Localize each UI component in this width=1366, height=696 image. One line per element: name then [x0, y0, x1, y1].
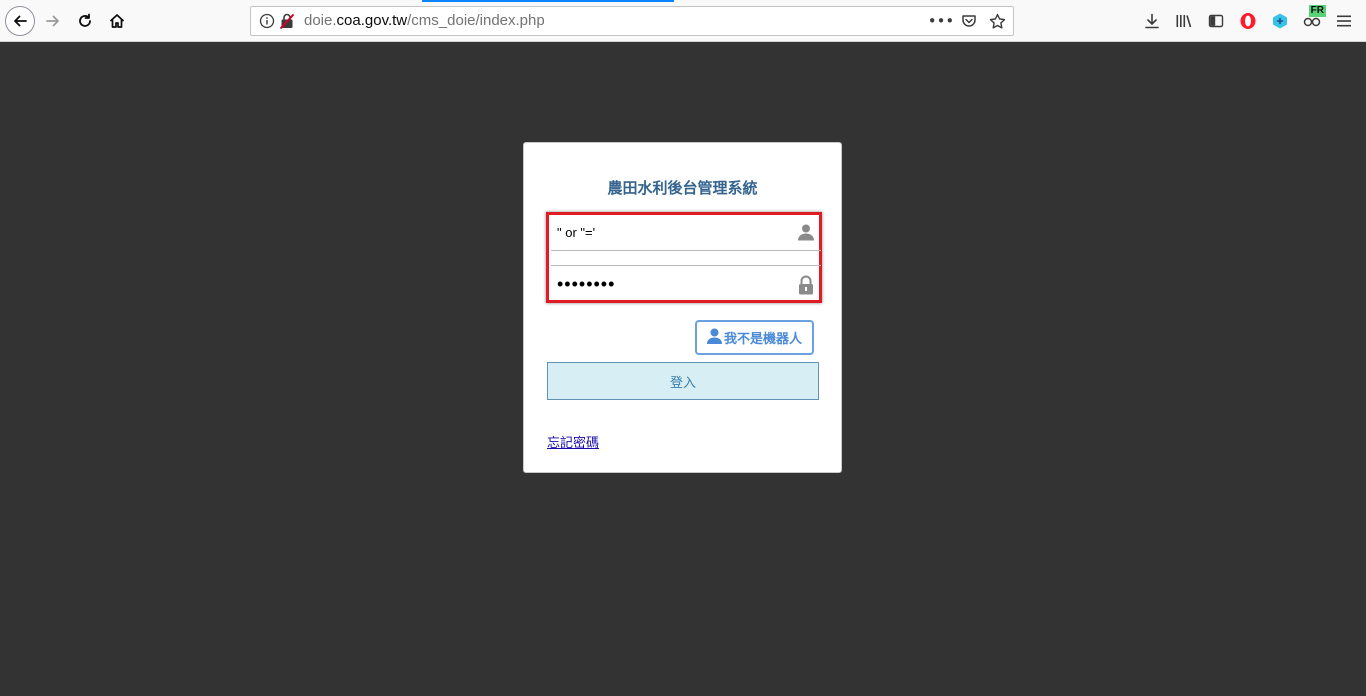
- password-input[interactable]: [557, 267, 777, 301]
- active-tab-indicator: [422, 0, 674, 2]
- home-icon: [109, 14, 125, 28]
- not-robot-label: 我不是機器人: [723, 332, 802, 347]
- translate-extension-icon[interactable]: FR: [1296, 5, 1328, 34]
- sidebar-icon[interactable]: [1200, 8, 1232, 34]
- info-icon[interactable]: [259, 13, 275, 33]
- page-actions-icon[interactable]: •••: [928, 11, 955, 31]
- password-field: [551, 267, 821, 303]
- forgot-password-link[interactable]: 忘記密碼: [547, 432, 599, 451]
- downloads-icon[interactable]: [1136, 8, 1168, 34]
- field-separator: [551, 251, 821, 266]
- menu-icon[interactable]: [1328, 8, 1360, 34]
- extension-cube-icon[interactable]: [1264, 8, 1296, 34]
- reload-icon: [79, 13, 91, 27]
- pocket-icon[interactable]: [959, 11, 979, 31]
- library-icon[interactable]: [1168, 8, 1200, 34]
- insecure-lock-icon[interactable]: [279, 12, 295, 34]
- user-icon: [797, 223, 815, 245]
- page-title: 農田水利後台管理系統: [607, 179, 758, 197]
- url-text[interactable]: doie.coa.gov.tw/cms_doie/index.php: [304, 12, 545, 29]
- username-field: [551, 215, 821, 251]
- credentials-highlight: [546, 212, 822, 303]
- not-robot-button[interactable]: 我不是機器人: [695, 320, 814, 355]
- opera-extension-icon[interactable]: [1232, 8, 1264, 34]
- login-button[interactable]: 登入: [547, 362, 819, 400]
- reload-button[interactable]: [70, 6, 100, 36]
- user-icon: [706, 328, 722, 348]
- username-input[interactable]: [557, 215, 777, 249]
- forward-button[interactable]: [38, 6, 68, 36]
- url-bar[interactable]: doie.coa.gov.tw/cms_doie/index.php •••: [250, 6, 1014, 36]
- browser-toolbar: doie.coa.gov.tw/cms_doie/index.php ••• F…: [0, 0, 1366, 42]
- lock-icon: [797, 275, 815, 299]
- back-arrow-icon: [14, 15, 27, 27]
- back-button[interactable]: [5, 6, 35, 36]
- translate-badge: FR: [1308, 5, 1326, 17]
- home-button[interactable]: [102, 6, 132, 36]
- login-card: 農田水利後台管理系統 " or "=' 我不是機器人 登入 忘記密碼: [523, 142, 842, 473]
- forward-arrow-icon: [46, 15, 59, 27]
- bookmark-star-icon[interactable]: [987, 11, 1007, 31]
- login-label: 登入: [669, 375, 696, 391]
